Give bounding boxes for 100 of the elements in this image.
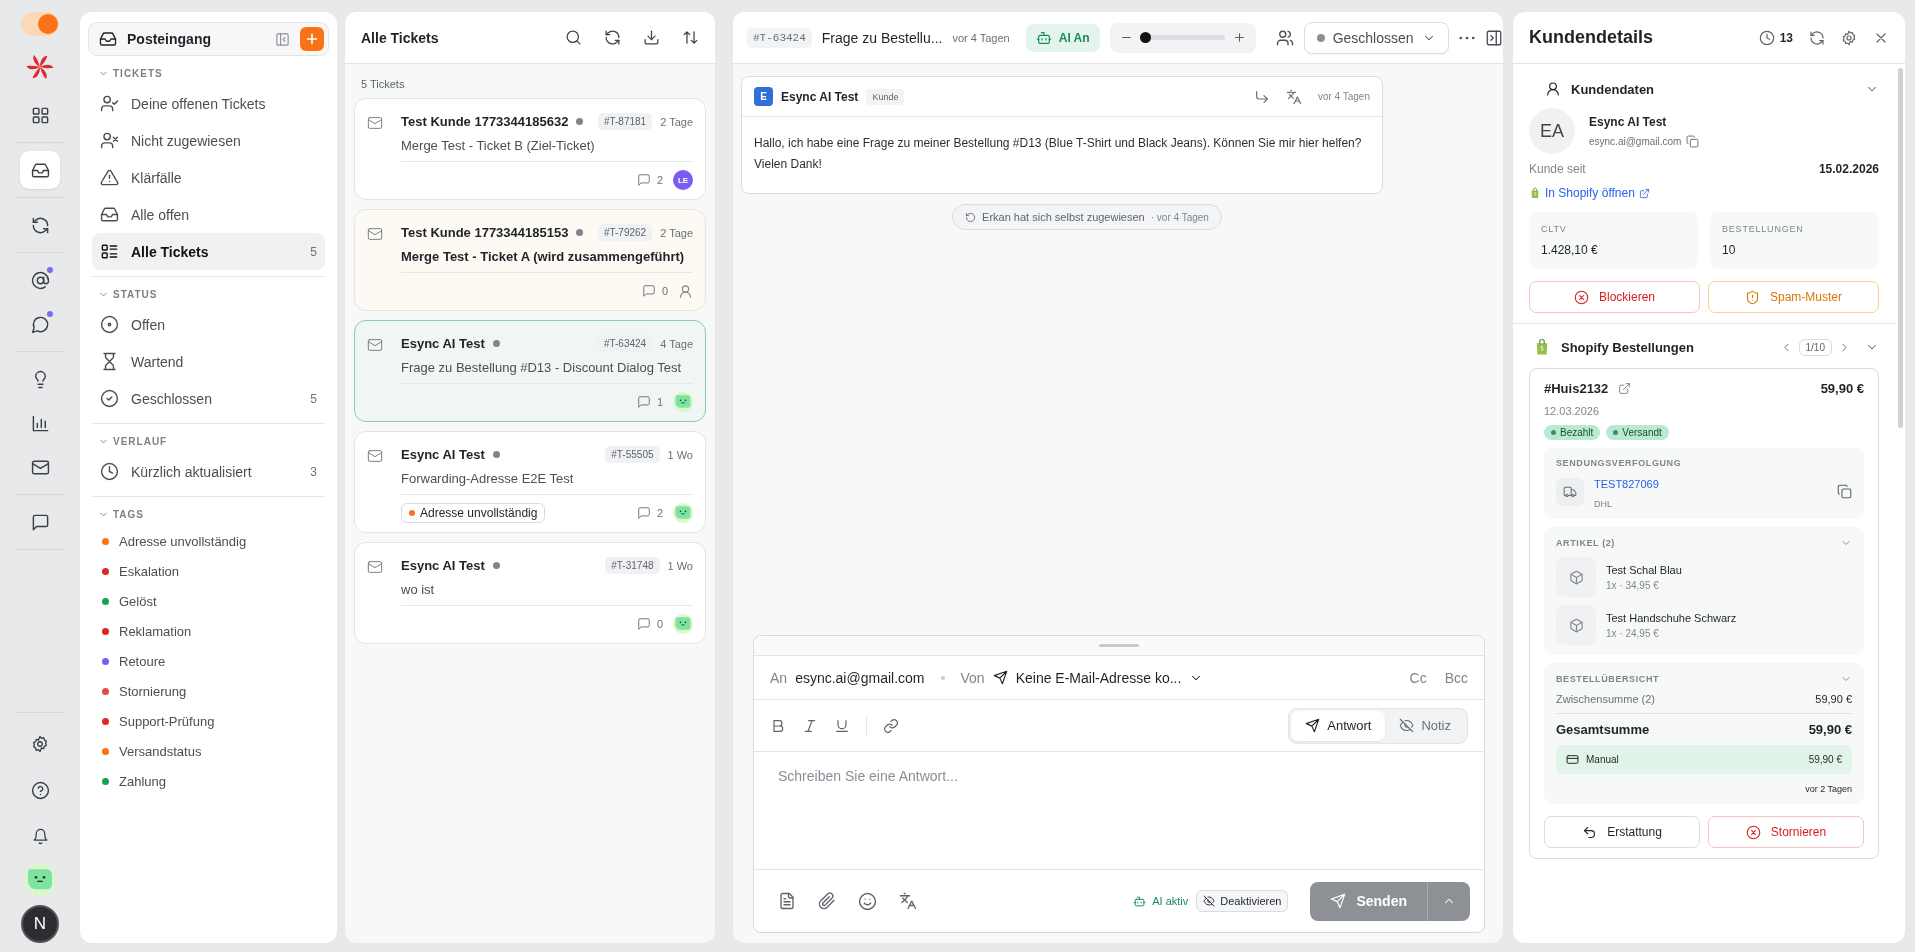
- ticket-count: 5 Tickets: [360, 77, 406, 92]
- plus-icon: [1232, 31, 1246, 44]
- sender-dropdown[interactable]: Keine E-Mail-Adresse ko...: [992, 669, 1204, 686]
- ticket-age: 2 Tage: [660, 115, 693, 128]
- ai-toggle[interactable]: AI An: [1025, 23, 1100, 52]
- history-count: 13: [1779, 30, 1793, 45]
- section-header[interactable]: TAGS: [92, 505, 325, 526]
- copy-button[interactable]: [1686, 134, 1700, 148]
- assignee-avatar: [673, 503, 693, 523]
- tag-item[interactable]: Reklamation: [92, 616, 325, 646]
- tag-item[interactable]: Versandstatus: [92, 736, 325, 766]
- customer-email: esync.ai@gmail.com: [1589, 135, 1682, 147]
- external-link-icon: [1618, 382, 1632, 395]
- tag-item[interactable]: Gelöst: [92, 586, 325, 616]
- status-dropdown[interactable]: Geschlossen: [1303, 21, 1449, 54]
- mode-tab[interactable]: Notiz: [1385, 710, 1465, 741]
- section-header[interactable]: Shopify Bestellungen 1/10: [1529, 334, 1879, 360]
- external-link-icon: [1638, 187, 1650, 199]
- section-header[interactable]: TICKETS: [92, 64, 325, 85]
- refresh-button[interactable]: [1809, 29, 1825, 46]
- recipient-email: esync.ai@gmail.com: [795, 669, 925, 686]
- ticket-subject: Frage zu Bestellung #D13 - Discount Dialog Test: [401, 360, 693, 384]
- deactivate-button[interactable]: Deaktivieren: [1196, 890, 1289, 912]
- cc-button[interactable]: Cc: [1409, 669, 1427, 686]
- add-button[interactable]: [300, 27, 324, 51]
- mail-icon: [367, 226, 383, 242]
- zoom-slider-thumb[interactable]: [1139, 32, 1151, 43]
- total-value: 59,90 €: [1808, 722, 1852, 737]
- copy-button[interactable]: [1837, 484, 1852, 499]
- scrollbar[interactable]: [1898, 68, 1903, 428]
- user-avatar[interactable]: N: [21, 905, 59, 943]
- tag-item[interactable]: Support-Prüfung: [92, 706, 325, 736]
- section-header[interactable]: STATUS: [92, 285, 325, 306]
- comment-icon: [641, 284, 656, 298]
- bcc-button[interactable]: Bcc: [1444, 669, 1468, 686]
- since-date: 15.02.2026: [1818, 162, 1879, 176]
- cancel-button[interactable]: Stornieren: [1708, 816, 1864, 848]
- tag-item[interactable]: Stornierung: [92, 676, 325, 706]
- nav-item[interactable]: Geschlossen 5: [92, 380, 325, 417]
- ticket-id: #T-87181: [597, 113, 653, 130]
- nav-item[interactable]: Klärfälle: [92, 159, 325, 196]
- refund-button[interactable]: Erstattung: [1544, 816, 1700, 848]
- mode-tab[interactable]: Antwort: [1291, 710, 1386, 741]
- ticket-card[interactable]: Esync AI Test #T-31748 1 Wo wo ist 0: [354, 542, 706, 644]
- nav-item[interactable]: Offen: [92, 306, 325, 343]
- section-label: SENDUNGSVERFOLGUNG: [1556, 458, 1683, 468]
- order-total: 59,90 €: [1820, 381, 1864, 396]
- role-badge: Kunde: [866, 88, 905, 105]
- nav-item[interactable]: Alle offen: [92, 196, 325, 233]
- toggle-switch[interactable]: [21, 12, 59, 36]
- tag-label: Adresse unvollständig: [420, 506, 538, 520]
- payment-time: vor 2 Tagen: [1804, 784, 1852, 794]
- ticket-card[interactable]: Esync AI Test #T-55505 1 Wo Forwarding-Adresse E2E Test Adresse unvollständig 2: [354, 431, 706, 533]
- settings-button[interactable]: [1841, 29, 1857, 46]
- emoji-button[interactable]: [858, 891, 877, 911]
- ticket-card[interactable]: Esync AI Test #T-63424 4 Tage Frage zu Bestellung #D13 - Discount Dialog Test 1: [354, 320, 706, 422]
- nav-item[interactable]: Alle Tickets 5: [92, 233, 325, 270]
- customer-name: Esync AI Test: [1589, 114, 1668, 129]
- tag-item[interactable]: Adresse unvollständig: [92, 526, 325, 556]
- template-button[interactable]: [778, 892, 796, 910]
- assign-button[interactable]: [1275, 28, 1294, 47]
- shopify-link[interactable]: In Shopify öffnen: [1545, 186, 1635, 200]
- more-button[interactable]: [1458, 35, 1475, 40]
- ticket-card[interactable]: Test Kunde 1773344185153 #T-79262 2 Tage Merge Test - Ticket A (wird zusammengeführt) 0: [354, 209, 706, 311]
- plus-icon: [304, 31, 320, 47]
- customer-avatar: EA: [1529, 108, 1575, 154]
- tag-item[interactable]: Eskalation: [92, 556, 325, 586]
- link-button[interactable]: [883, 717, 899, 734]
- mail-icon: [367, 448, 383, 464]
- nav-item[interactable]: Wartend: [92, 343, 325, 380]
- sort-button[interactable]: [682, 29, 699, 46]
- search-button[interactable]: [565, 29, 582, 46]
- nav-item[interactable]: Kürzlich aktualisiert 3: [92, 453, 325, 490]
- ticket-age: 1 Wo: [667, 448, 693, 461]
- block-button[interactable]: Blockieren: [1529, 281, 1700, 313]
- payment-amount: 59,90 €: [1808, 754, 1842, 765]
- resize-handle[interactable]: [1099, 644, 1139, 647]
- nav-item[interactable]: Nicht zugewiesen: [92, 122, 325, 159]
- section-header[interactable]: Kundendaten: [1529, 76, 1879, 102]
- refresh-button[interactable]: [604, 29, 621, 46]
- tag-item[interactable]: Retoure: [92, 646, 325, 676]
- translate-button[interactable]: [899, 892, 917, 910]
- underline-button[interactable]: [834, 717, 850, 734]
- tracking-link[interactable]: TEST827069: [1594, 478, 1659, 490]
- sender-avatar: E: [754, 87, 773, 106]
- download-button[interactable]: [643, 29, 660, 46]
- tag-item[interactable]: Zahlung: [92, 766, 325, 796]
- italic-button[interactable]: [802, 717, 818, 734]
- list-title: Alle Tickets: [361, 29, 440, 46]
- shield-icon: [1745, 289, 1760, 305]
- attach-button[interactable]: [818, 892, 836, 910]
- inbox-button[interactable]: [20, 151, 60, 189]
- panel-toggle-button[interactable]: [1484, 28, 1503, 47]
- send-icon: [1330, 893, 1347, 909]
- bold-button[interactable]: [770, 717, 786, 734]
- smiley-icon: [858, 891, 877, 911]
- ticket-card[interactable]: Test Kunde 1773344185632 #T-87181 2 Tage Merge Test - Ticket B (Ziel-Ticket) 2 LE: [354, 98, 706, 200]
- section-header[interactable]: VERLAUF: [92, 432, 325, 453]
- ticket-time: vor 4 Tagen: [952, 31, 1010, 44]
- nav-item[interactable]: Deine offenen Tickets: [92, 85, 325, 122]
